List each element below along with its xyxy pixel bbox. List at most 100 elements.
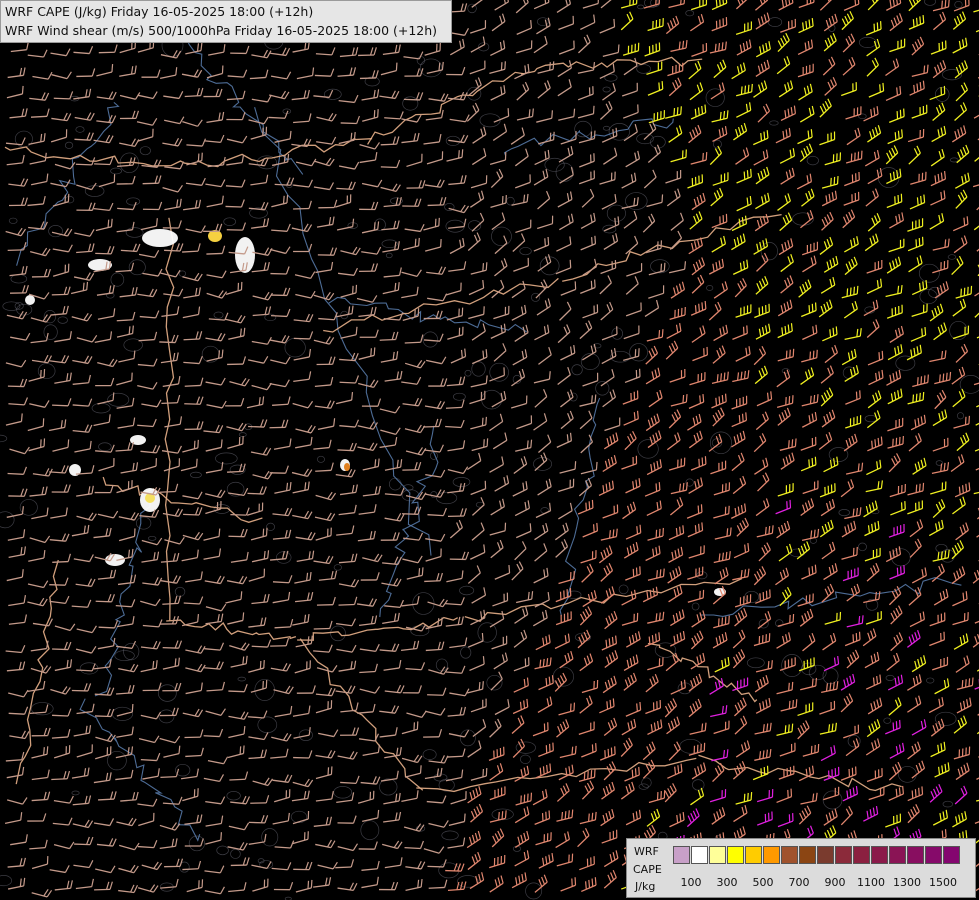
barb-flag <box>721 42 724 51</box>
barb-flag <box>894 132 897 141</box>
barb-flag <box>968 482 971 491</box>
barb-flag <box>617 44 620 53</box>
barb-flag <box>720 373 723 382</box>
barb-flag <box>464 348 467 357</box>
barb-flag <box>939 374 941 383</box>
barb-flag <box>655 483 658 492</box>
barb-flag <box>944 550 947 559</box>
barb-flag <box>718 43 721 52</box>
barb-flag <box>529 523 532 532</box>
barb-flag <box>882 82 885 91</box>
barb-flag <box>947 238 950 247</box>
barb-flag <box>566 434 569 443</box>
barb-flag <box>373 347 376 356</box>
barb-flag <box>721 395 724 404</box>
barb-flag <box>922 14 925 24</box>
barb-shaft <box>53 97 70 100</box>
barb-flag <box>636 526 639 535</box>
barb-flag <box>675 528 678 537</box>
barb-flag <box>814 456 817 465</box>
barb-flag <box>760 132 763 142</box>
barb-flag <box>680 106 682 115</box>
barb-flag <box>768 526 771 535</box>
barb-flag <box>661 81 664 90</box>
barb-flag <box>588 501 591 510</box>
barb-flag <box>289 130 292 139</box>
barb-flag <box>896 87 899 96</box>
barb-flag <box>107 219 110 228</box>
barb-flag <box>548 371 551 380</box>
barb-flag <box>608 530 611 539</box>
barb-flag <box>871 440 873 449</box>
barb-flag <box>813 529 816 538</box>
barb-flag <box>353 132 356 141</box>
barb-flag <box>569 432 572 441</box>
barb-flag <box>942 373 945 382</box>
barb-flag <box>239 328 242 337</box>
barb-shaft <box>184 94 201 98</box>
barb-flag <box>916 17 918 26</box>
barb-shaft <box>340 122 357 125</box>
barb-flag <box>585 502 588 511</box>
barb-flag <box>958 486 961 495</box>
barb-flag <box>682 525 685 534</box>
barb-flag <box>920 376 923 385</box>
barb-flag <box>682 482 685 492</box>
barb-flag <box>482 280 485 289</box>
barb-flag <box>592 524 595 533</box>
barb-flag <box>919 16 922 25</box>
barb-flag <box>355 326 358 335</box>
barb-flag <box>704 300 707 310</box>
barb-flag <box>880 436 883 445</box>
barb-shaft <box>75 163 92 166</box>
barb-flag <box>132 325 134 334</box>
barb-flag <box>553 131 555 140</box>
barb-flag <box>243 327 246 336</box>
barb-flag <box>922 482 925 491</box>
barb-flag <box>636 410 639 419</box>
barb-shaft <box>248 425 265 428</box>
barb-shaft <box>30 115 48 118</box>
barb-flag <box>811 303 814 312</box>
barb-flag <box>715 0 718 8</box>
barb-flag <box>485 262 488 271</box>
barb-flag <box>746 170 749 179</box>
barb-flag <box>441 61 444 70</box>
barb-flag <box>263 551 266 560</box>
barb-flag <box>699 395 702 404</box>
barb-shaft <box>159 490 176 493</box>
barb-flag <box>897 285 900 294</box>
cape-area <box>130 435 146 445</box>
barb-flag <box>530 439 533 448</box>
barb-flag <box>723 111 726 120</box>
barb-flag <box>725 0 728 4</box>
barb-flag <box>835 326 838 335</box>
barb-flag <box>715 397 718 406</box>
barb-flag <box>816 394 819 403</box>
barb-flag <box>861 462 864 471</box>
barb-flag <box>816 349 818 358</box>
barb-shaft <box>445 406 462 409</box>
barb-flag <box>526 193 529 202</box>
barb-flag <box>594 394 597 403</box>
barb-flag <box>438 62 441 71</box>
barb-flag <box>832 327 835 336</box>
barb-flag <box>595 461 598 470</box>
barb-flag <box>770 391 773 400</box>
barb-shaft <box>184 384 201 387</box>
barb-flag <box>763 131 766 140</box>
barb-flag <box>764 526 767 535</box>
barb-shaft <box>7 472 24 475</box>
barb-flag <box>918 483 921 492</box>
barb-flag <box>547 236 550 246</box>
barb-flag <box>195 458 198 467</box>
barb-shaft <box>423 425 440 428</box>
barb-shaft <box>183 338 200 341</box>
barb-flag <box>849 287 852 296</box>
barb-flag <box>549 62 551 71</box>
barb-flag <box>86 281 89 290</box>
barb-flag <box>923 375 926 384</box>
barb-flag <box>920 195 922 204</box>
barb-flag <box>949 371 952 380</box>
barb-flag <box>918 282 921 291</box>
